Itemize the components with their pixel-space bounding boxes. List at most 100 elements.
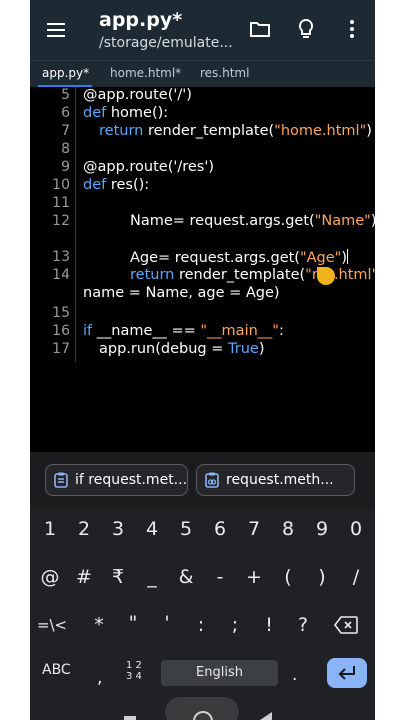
- key[interactable]: -: [205, 566, 235, 588]
- string-literal: "__main__": [200, 323, 279, 339]
- line-number: 10: [52, 177, 70, 193]
- code-line: return render_template("home.html"): [99, 123, 372, 139]
- more-vertical-icon[interactable]: [340, 17, 364, 41]
- line-number: 7: [61, 123, 70, 139]
- file-tabs: app.py* home.html* res.html: [30, 60, 375, 88]
- key[interactable]: &: [171, 566, 201, 588]
- code-line: def res():: [83, 177, 149, 193]
- suggestion-label: request.meth...: [226, 472, 334, 488]
- key[interactable]: 5: [171, 518, 201, 540]
- key[interactable]: *: [84, 614, 114, 636]
- key[interactable]: ': [152, 612, 182, 634]
- code-text: ): [366, 123, 372, 139]
- keyword: if: [83, 323, 93, 339]
- key[interactable]: 4: [137, 518, 167, 540]
- suggestion-chip[interactable]: request.meth...: [196, 464, 355, 496]
- file-title: app.py*: [99, 9, 183, 31]
- keyword: def: [83, 105, 107, 121]
- key[interactable]: !: [254, 614, 284, 636]
- code-line: app.run(debug = True): [99, 341, 264, 357]
- code-editor[interactable]: 5 6 7 8 9 10 11 12 13 14 15 16 17 @app.r…: [30, 87, 375, 452]
- suggestion-chip[interactable]: if request.met...: [45, 464, 188, 496]
- key[interactable]: 6: [205, 518, 235, 540]
- number-pad-key-top: 1 2: [126, 660, 142, 671]
- key[interactable]: ;: [220, 614, 250, 636]
- gutter-divider: [75, 87, 76, 362]
- key[interactable]: _: [137, 566, 167, 588]
- key[interactable]: @: [35, 566, 65, 588]
- key[interactable]: ₹: [103, 566, 133, 588]
- number-pad-key-bottom: 3 4: [126, 671, 142, 682]
- key[interactable]: ): [307, 566, 337, 588]
- key[interactable]: :: [186, 614, 216, 636]
- line-number: 6: [61, 105, 70, 121]
- key[interactable]: 3: [103, 518, 133, 540]
- enter-icon: [338, 666, 355, 680]
- recents-icon[interactable]: [124, 716, 136, 720]
- code-line: if __name__ == "__main__":: [83, 323, 284, 339]
- string-literal: "Name": [314, 213, 371, 229]
- code-line: @app.route('/res'): [83, 159, 215, 175]
- code-text: home():: [106, 105, 169, 121]
- line-number: 12: [52, 213, 70, 229]
- code-text: Name= request.args.get(: [130, 213, 315, 229]
- suggestion-label: if request.met...: [75, 472, 188, 488]
- line-number: 14: [52, 267, 70, 283]
- system-nav-bar: [30, 694, 375, 720]
- lightbulb-icon[interactable]: [294, 17, 318, 41]
- line-number: 16: [52, 323, 70, 339]
- line-number: 11: [52, 195, 70, 211]
- code-text: render_template(: [143, 123, 275, 139]
- clipboard-icon: [54, 472, 68, 488]
- line-number: 15: [52, 305, 70, 321]
- key[interactable]: +: [239, 566, 269, 588]
- code-line: @app.route('/'): [83, 87, 192, 103]
- key[interactable]: #: [69, 566, 99, 588]
- code-text: ): [371, 213, 375, 229]
- backspace-icon[interactable]: [334, 616, 358, 634]
- on-screen-keyboard: 1 2 3 4 5 6 7 8 9 0 @ # ₹ _ & - + ( ) / …: [30, 508, 375, 720]
- enter-key[interactable]: [327, 658, 367, 688]
- key[interactable]: /: [341, 566, 371, 588]
- key[interactable]: 0: [341, 518, 371, 540]
- tab-home-html[interactable]: home.html*: [110, 66, 181, 80]
- key[interactable]: 1: [35, 518, 65, 540]
- key[interactable]: ?: [288, 614, 318, 636]
- line-number: 9: [61, 159, 70, 175]
- code-line: Name= request.args.get("Name"): [130, 213, 375, 229]
- code-text: render_template(: [174, 267, 306, 283]
- folder-icon[interactable]: [248, 17, 272, 41]
- text-cursor: [347, 249, 349, 264]
- code-text: __name__ ==: [92, 323, 201, 339]
- string-literal: "res.html": [305, 267, 375, 283]
- period-key[interactable]: .: [292, 665, 297, 685]
- space-bar[interactable]: English: [161, 660, 278, 686]
- code-line: def home():: [83, 105, 168, 121]
- keyword: def: [83, 177, 107, 193]
- code-text: ): [258, 341, 265, 357]
- key[interactable]: (: [273, 566, 303, 588]
- back-icon[interactable]: [260, 712, 272, 720]
- line-number: 13: [52, 249, 70, 265]
- line-number: 5: [61, 87, 70, 103]
- abc-key[interactable]: ABC: [42, 662, 71, 678]
- key[interactable]: 8: [273, 518, 303, 540]
- comma-key[interactable]: ,: [97, 668, 102, 688]
- keyword: True: [228, 341, 259, 357]
- tab-res-html[interactable]: res.html: [200, 66, 249, 80]
- keyword: return: [99, 123, 144, 139]
- code-line: name = Name, age = Age): [83, 285, 280, 301]
- string-literal: "Age": [299, 250, 342, 266]
- number-pad-key[interactable]: 1 2 3 4: [126, 660, 142, 682]
- phone-screen: app.py* /storage/emulate... app.py* home…: [30, 0, 375, 720]
- selection-handle[interactable]: [317, 267, 335, 285]
- hamburger-menu-icon[interactable]: [44, 18, 68, 42]
- clipboard-link-icon: [205, 472, 219, 488]
- tab-app-py[interactable]: app.py*: [42, 66, 89, 80]
- key[interactable]: =\<: [35, 616, 69, 634]
- key[interactable]: 7: [239, 518, 269, 540]
- key[interactable]: ": [118, 612, 148, 634]
- code-text: Age= request.args.get(: [130, 250, 300, 266]
- key[interactable]: 9: [307, 518, 337, 540]
- key[interactable]: 2: [69, 518, 99, 540]
